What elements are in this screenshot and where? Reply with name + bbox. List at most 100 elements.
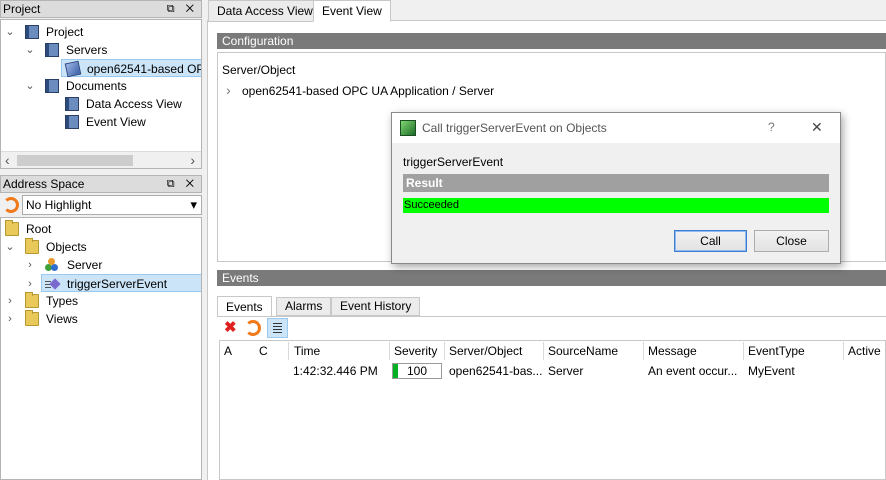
address-space-panel-title: Address Space <box>3 177 85 191</box>
column-header-message[interactable]: Message <box>648 341 697 361</box>
tree-item-label: Root <box>26 222 52 236</box>
column-header-server-object[interactable]: Server/Object <box>449 341 522 361</box>
tree-item-label: Data Access View <box>86 97 182 111</box>
tree-item-label: Server <box>67 258 103 272</box>
tab-events[interactable]: Events <box>217 296 272 317</box>
tree-item-label: Types <box>46 294 79 308</box>
tree-item-label: Servers <box>66 43 108 57</box>
events-tabbar: Events Alarms Event History <box>217 296 886 317</box>
column-divider <box>643 342 644 360</box>
column-divider <box>444 342 445 360</box>
chevron-right-icon[interactable]: › <box>226 82 231 98</box>
project-panel-controls[interactable]: ⧉ ✕ <box>167 1 198 17</box>
tab-data-access-view[interactable]: Data Access View <box>208 0 322 22</box>
tab-event-history[interactable]: Event History <box>331 297 421 316</box>
object-icon <box>45 258 59 272</box>
result-header: Result <box>403 174 829 192</box>
method-name-label: triggerServerEvent <box>403 155 504 169</box>
cell-time: 1:42:32.446 PM <box>293 364 378 378</box>
auto-scroll-toggle-icon[interactable] <box>267 318 288 338</box>
servers-icon <box>45 43 59 57</box>
column-divider <box>743 342 744 360</box>
chevron-right-icon[interactable]: › <box>25 275 35 293</box>
horizontal-scrollbar[interactable]: ‹ › <box>1 151 201 168</box>
folder-icon <box>25 292 39 308</box>
chevron-down-icon[interactable]: ⌄ <box>25 41 35 59</box>
column-header-source-name[interactable]: SourceName <box>548 341 618 361</box>
tree-item-trigger-server-event[interactable]: › triggerServerEvent <box>28 274 201 292</box>
configuration-header: Configuration <box>217 33 886 49</box>
folder-icon <box>25 238 39 254</box>
server-connection-icon <box>64 60 82 78</box>
events-grid <box>219 340 886 480</box>
table-row[interactable]: 1:42:32.446 PM 100 open62541-bas... Serv… <box>220 362 886 382</box>
tree-item-label: Project <box>46 25 84 39</box>
project-panel-title: Project <box>3 2 41 16</box>
chevron-down-icon[interactable]: ⌄ <box>5 23 15 41</box>
column-header-a[interactable]: A <box>224 341 232 361</box>
chevron-right-icon[interactable]: › <box>25 256 35 274</box>
scroll-left-icon[interactable]: ‹ <box>5 152 10 168</box>
scroll-right-icon[interactable]: › <box>190 152 195 168</box>
tree-item-label: Event View <box>86 115 146 129</box>
tree-item-label: open62541-based OPC <box>87 62 202 76</box>
cell-message: An event occur... <box>648 364 738 378</box>
cell-source-name: Server <box>548 364 584 378</box>
document-icon <box>65 97 79 111</box>
chevron-down-icon[interactable]: ⌄ <box>5 238 15 256</box>
call-button[interactable]: Call <box>674 230 747 252</box>
result-status: Succeeded <box>403 198 829 213</box>
column-header-c[interactable]: C <box>259 341 268 361</box>
events-header: Events <box>217 270 886 286</box>
tree-item-label: Documents <box>66 79 127 93</box>
address-space-panel-controls[interactable]: ⧉ ✕ <box>167 176 198 192</box>
project-icon <box>25 25 39 39</box>
highlight-select-value: No Highlight <box>26 198 92 212</box>
tab-alarms[interactable]: Alarms <box>276 297 332 316</box>
chevron-down-icon[interactable]: ▾ <box>190 196 197 214</box>
chevron-right-icon[interactable]: › <box>5 292 15 310</box>
tab-event-view[interactable]: Event View <box>313 0 391 22</box>
app-icon <box>400 120 416 136</box>
configuration-row[interactable]: open62541-based OPC UA Application / Ser… <box>242 84 494 98</box>
chevron-down-icon[interactable]: ⌄ <box>25 77 35 95</box>
close-icon[interactable]: ✕ <box>811 119 823 136</box>
tree-item-server-connection[interactable]: open62541-based OPC <box>61 59 202 78</box>
help-icon[interactable]: ? <box>768 120 775 134</box>
document-icon <box>65 115 79 129</box>
refresh-icon[interactable] <box>3 197 19 213</box>
project-tree: ⌄ Project ⌄ Servers open62541-based OPC … <box>0 19 202 169</box>
severity-value: 100 <box>406 364 428 378</box>
severity-bar: 100 <box>392 363 442 379</box>
column-divider <box>543 342 544 360</box>
column-header-severity[interactable]: Severity <box>394 341 437 361</box>
tree-item-label: triggerServerEvent <box>67 277 168 291</box>
folder-icon <box>5 220 19 236</box>
chevron-right-icon[interactable]: › <box>5 310 15 328</box>
refresh-icon[interactable] <box>245 320 261 336</box>
column-divider <box>389 342 390 360</box>
highlight-toolbar: No Highlight ▾ <box>0 194 202 216</box>
column-divider <box>843 342 844 360</box>
address-space-panel-header: Address Space ⧉ ✕ <box>0 175 202 193</box>
address-space-tree: Root ⌄ Objects › Server › triggerServerE… <box>0 217 202 480</box>
folder-icon <box>25 310 39 326</box>
configuration-column-header: Server/Object <box>222 63 296 77</box>
highlight-select[interactable]: No Highlight ▾ <box>22 195 202 215</box>
column-divider <box>288 342 289 360</box>
method-icon <box>45 277 61 291</box>
close-button[interactable]: Close <box>754 230 829 252</box>
scrollbar-thumb[interactable] <box>17 155 133 166</box>
call-method-dialog: Call triggerServerEvent on Objects ? ✕ t… <box>391 112 841 264</box>
cell-event-type: MyEvent <box>748 364 795 378</box>
column-header-active[interactable]: Active <box>848 341 881 361</box>
tree-item-label: Objects <box>46 240 87 254</box>
column-header-time[interactable]: Time <box>294 341 320 361</box>
cell-server-object: open62541-bas... <box>449 364 543 378</box>
documents-icon <box>45 79 59 93</box>
clear-events-icon[interactable]: ✖ <box>224 320 237 336</box>
tree-item-label: Views <box>46 312 78 326</box>
column-header-event-type[interactable]: EventType <box>748 341 805 361</box>
dialog-title: Call triggerServerEvent on Objects <box>422 121 607 135</box>
dialog-titlebar: Call triggerServerEvent on Objects ? ✕ <box>392 113 840 143</box>
